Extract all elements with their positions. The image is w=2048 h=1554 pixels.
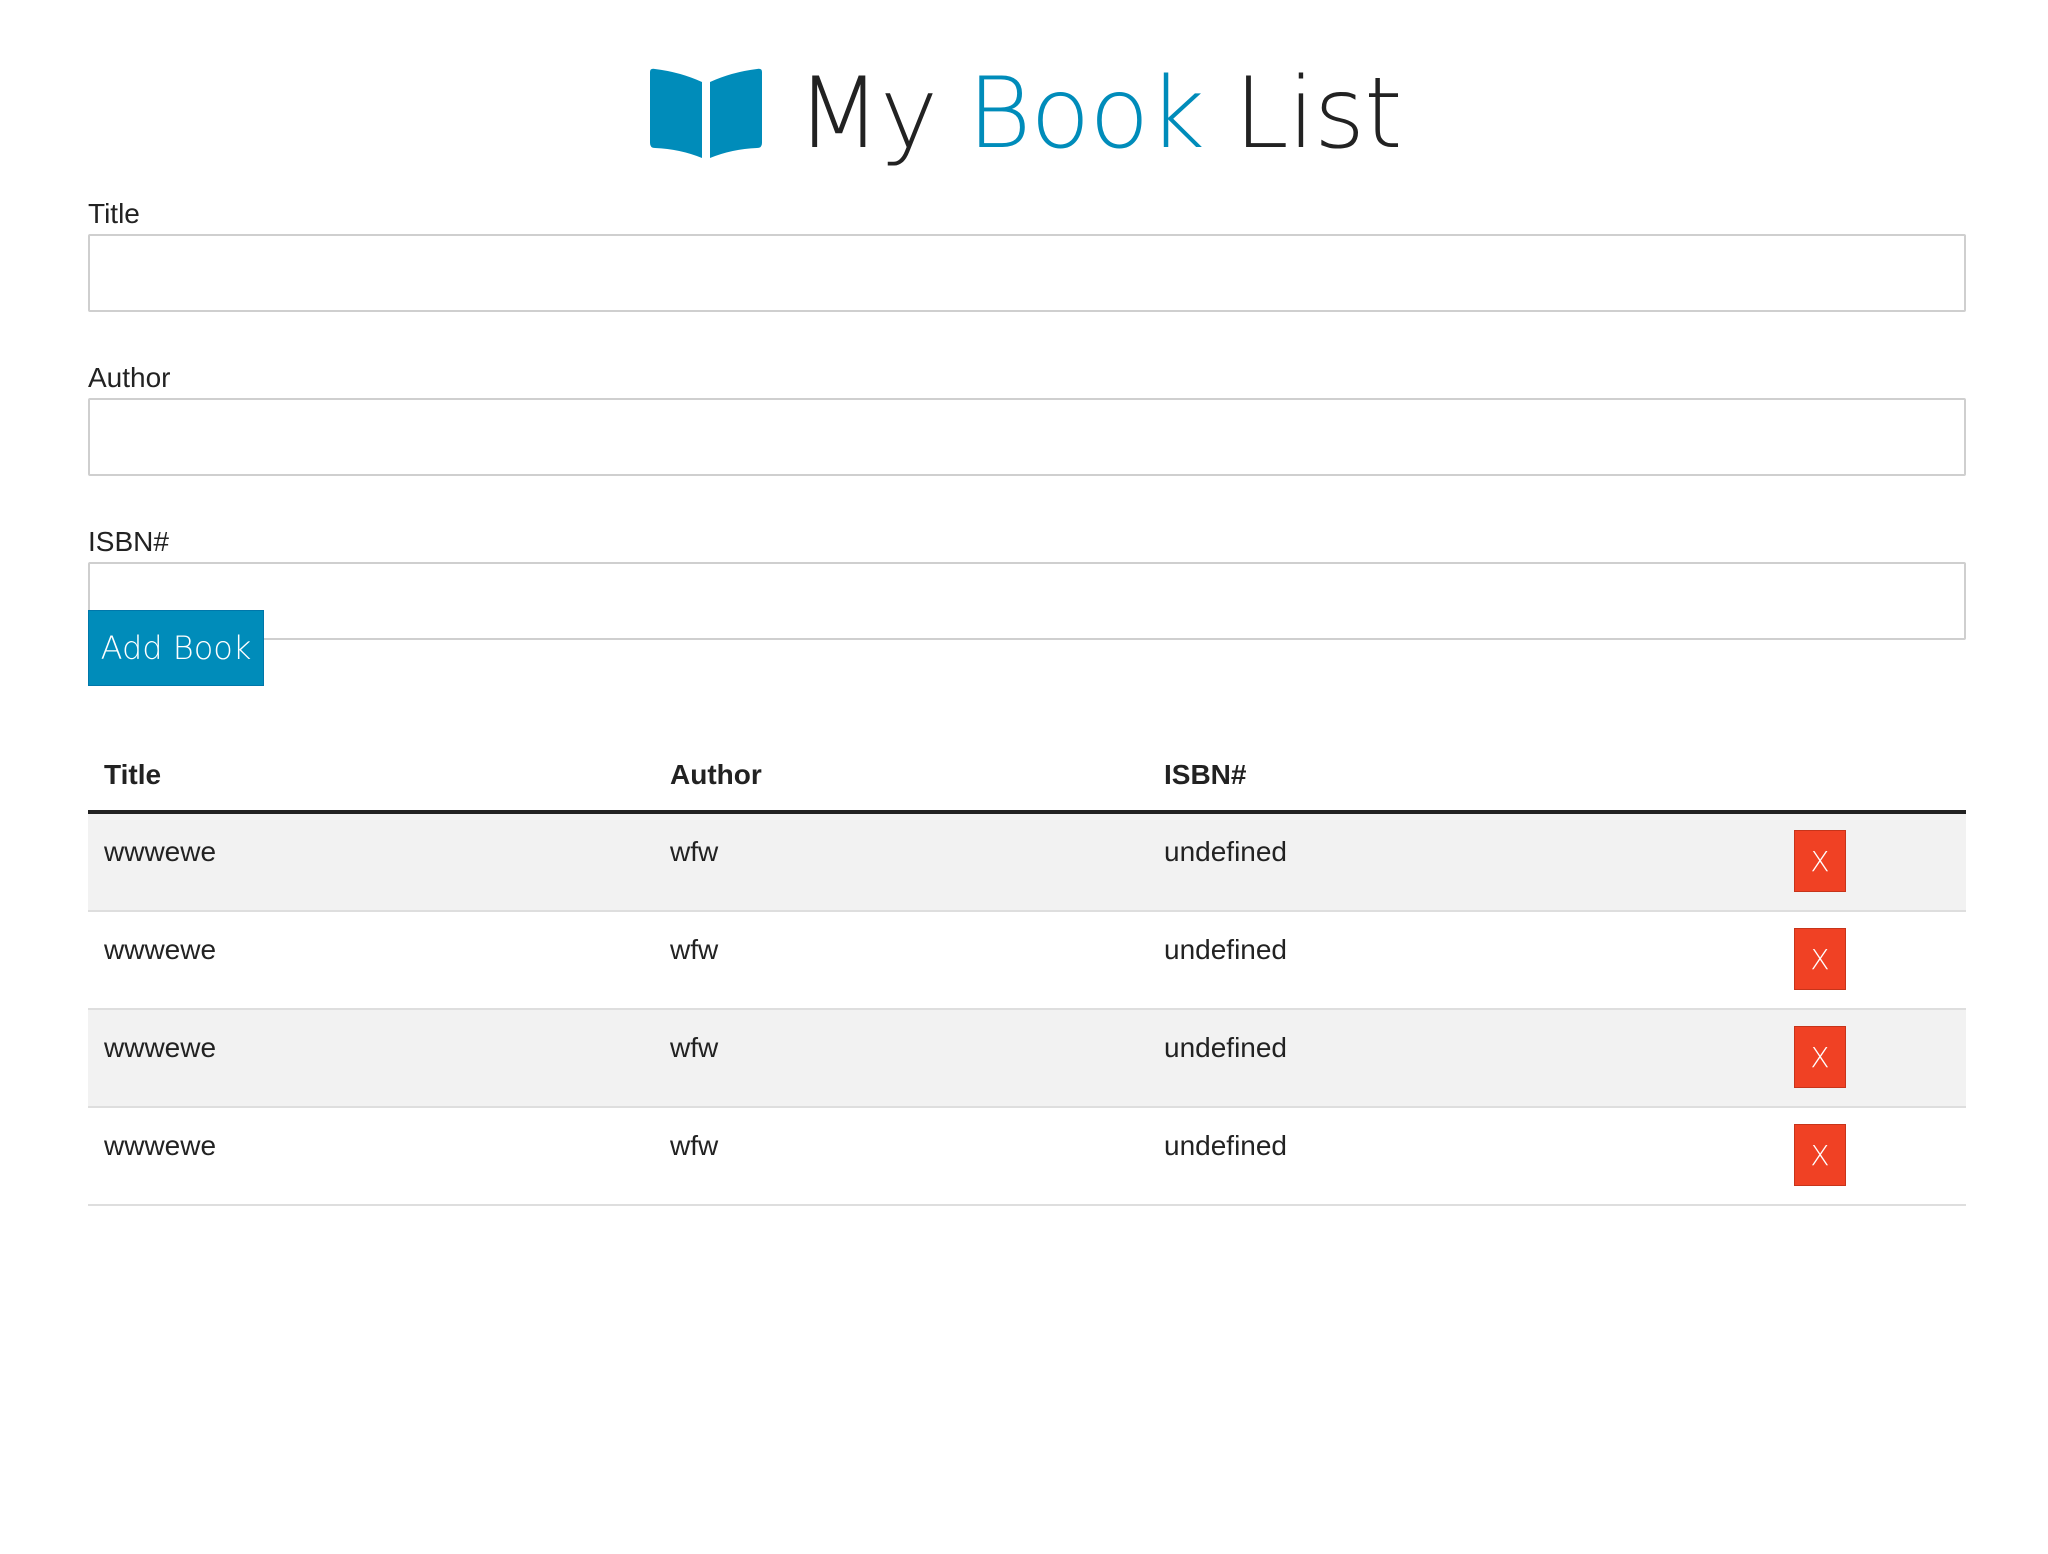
table-row: wwwewe wfw undefined X <box>88 812 1966 912</box>
book-open-icon <box>646 66 766 162</box>
cell-author: wfw <box>654 1009 1148 1108</box>
column-header-author: Author <box>654 740 1148 814</box>
table-header-row: Title Author ISBN# <box>88 740 1966 814</box>
table-body: wwwewe wfw undefined X wwwewe wfw undefi… <box>88 812 1966 1206</box>
cell-title: wwwewe <box>88 1009 654 1108</box>
book-author: wfw <box>670 1032 719 1063</box>
table-row: wwwewe wfw undefined X <box>88 1107 1966 1206</box>
book-title: wwwewe <box>104 934 217 965</box>
cell-author: wfw <box>654 911 1148 1010</box>
app-container: My Book List Title Author ISBN# Add Book… <box>0 0 2048 1554</box>
book-title: wwwewe <box>104 1032 217 1063</box>
page-header: My Book List <box>0 44 2048 184</box>
cell-actions: X <box>1778 1107 1966 1206</box>
add-book-button[interactable]: Add Book <box>88 610 264 686</box>
table-row: wwwewe wfw undefined X <box>88 1009 1966 1108</box>
book-author: wfw <box>670 836 719 867</box>
cell-isbn: undefined <box>1148 1009 1778 1108</box>
book-title: wwwewe <box>104 836 217 867</box>
book-isbn: undefined <box>1164 934 1288 965</box>
cell-actions: X <box>1778 911 1966 1010</box>
delete-button[interactable]: X <box>1794 928 1846 990</box>
author-input[interactable] <box>88 398 1966 476</box>
book-table: Title Author ISBN# wwwewe wfw undefined … <box>88 740 1966 1206</box>
column-header-title: Title <box>88 740 654 814</box>
title-text-book: Book <box>967 57 1205 171</box>
book-author: wfw <box>670 934 719 965</box>
column-header-isbn: ISBN# <box>1148 740 1778 814</box>
delete-button[interactable]: X <box>1794 830 1846 892</box>
book-isbn: undefined <box>1164 836 1288 867</box>
cell-actions: X <box>1778 812 1966 912</box>
title-text-my: My <box>796 57 968 171</box>
table-head: Title Author ISBN# <box>88 740 1966 814</box>
book-title: wwwewe <box>104 1130 217 1161</box>
title-label: Title <box>88 198 140 229</box>
delete-button[interactable]: X <box>1794 1124 1846 1186</box>
cell-isbn: undefined <box>1148 1107 1778 1206</box>
book-isbn: undefined <box>1164 1032 1288 1063</box>
book-isbn: undefined <box>1164 1130 1288 1161</box>
isbn-input[interactable] <box>88 562 1966 640</box>
book-author: wfw <box>670 1130 719 1161</box>
cell-title: wwwewe <box>88 911 654 1010</box>
column-header-actions <box>1778 740 1966 814</box>
book-form: Title Author ISBN# <box>88 194 1966 640</box>
table-row: wwwewe wfw undefined X <box>88 911 1966 1010</box>
title-input[interactable] <box>88 234 1966 312</box>
title-text-list: List <box>1204 57 1402 171</box>
delete-button[interactable]: X <box>1794 1026 1846 1088</box>
isbn-label: ISBN# <box>88 526 169 557</box>
cell-title: wwwewe <box>88 1107 654 1206</box>
cell-author: wfw <box>654 812 1148 912</box>
author-label: Author <box>88 362 171 393</box>
cell-title: wwwewe <box>88 812 654 912</box>
cell-isbn: undefined <box>1148 911 1778 1010</box>
cell-isbn: undefined <box>1148 812 1778 912</box>
cell-actions: X <box>1778 1009 1966 1108</box>
page-title: My Book List <box>796 65 1402 163</box>
cell-author: wfw <box>654 1107 1148 1206</box>
